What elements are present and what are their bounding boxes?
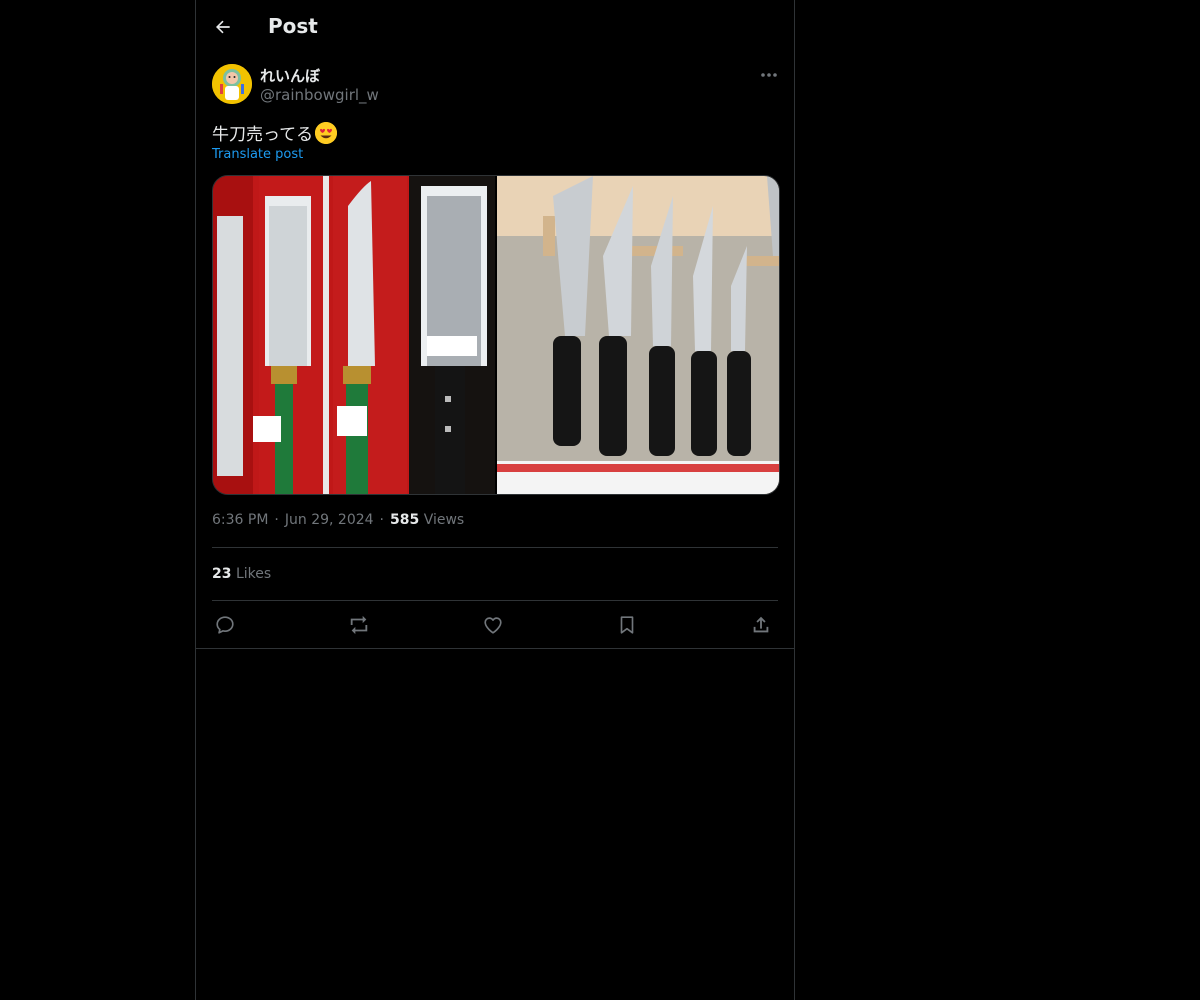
action-bar <box>212 612 778 638</box>
meta-separator: · <box>274 512 279 528</box>
views-count: 585 <box>390 512 420 528</box>
like-icon[interactable] <box>482 614 504 636</box>
author-handle[interactable]: @rainbowgirl_w <box>260 86 379 104</box>
knife-display-photo-2 <box>497 176 779 494</box>
avatar-image <box>212 64 252 104</box>
more-options-button[interactable] <box>758 66 780 84</box>
reply-icon[interactable] <box>214 614 236 636</box>
likes-row[interactable]: 23 Likes <box>212 566 271 582</box>
repost-button[interactable] <box>346 612 372 638</box>
divider <box>212 600 778 601</box>
avatar[interactable] <box>212 64 252 104</box>
post-bottom-border <box>196 648 794 649</box>
page-title: Post <box>268 14 318 38</box>
like-button[interactable] <box>480 612 506 638</box>
knife-photos[interactable] <box>213 176 779 494</box>
likes-label[interactable]: Likes <box>236 566 271 582</box>
post-media[interactable] <box>212 175 780 495</box>
author-display-name[interactable]: れいんぼ <box>260 65 320 86</box>
header: Post <box>196 0 794 54</box>
meta-separator: · <box>379 512 384 528</box>
heart-eyes-emoji-icon <box>315 121 338 144</box>
post-date[interactable]: Jun 29, 2024 <box>285 512 374 528</box>
back-button[interactable] <box>208 12 238 42</box>
divider <box>212 547 778 548</box>
post-text-content: 牛刀売ってる <box>212 125 314 145</box>
more-dots-icon[interactable] <box>758 66 780 84</box>
reply-button[interactable] <box>212 612 238 638</box>
bookmark-icon[interactable] <box>616 614 638 636</box>
post-text: 牛刀売ってる <box>212 120 338 145</box>
post-time[interactable]: 6:36 PM <box>212 512 268 528</box>
knife-display-photo-1 <box>213 176 495 494</box>
views-label: Views <box>423 512 465 528</box>
share-button[interactable] <box>748 612 774 638</box>
bookmark-button[interactable] <box>614 612 640 638</box>
post-meta: 6:36 PM · Jun 29, 2024 · 585 Views <box>212 512 464 528</box>
translate-post-link[interactable]: Translate post <box>212 147 303 162</box>
arrow-left-icon[interactable] <box>213 17 233 37</box>
main-column: Post れいんぼ @rainbowgirl_w 牛刀売ってる Translat… <box>195 0 795 1000</box>
likes-count[interactable]: 23 <box>212 566 231 582</box>
share-icon[interactable] <box>750 614 772 636</box>
repost-icon[interactable] <box>348 614 370 636</box>
